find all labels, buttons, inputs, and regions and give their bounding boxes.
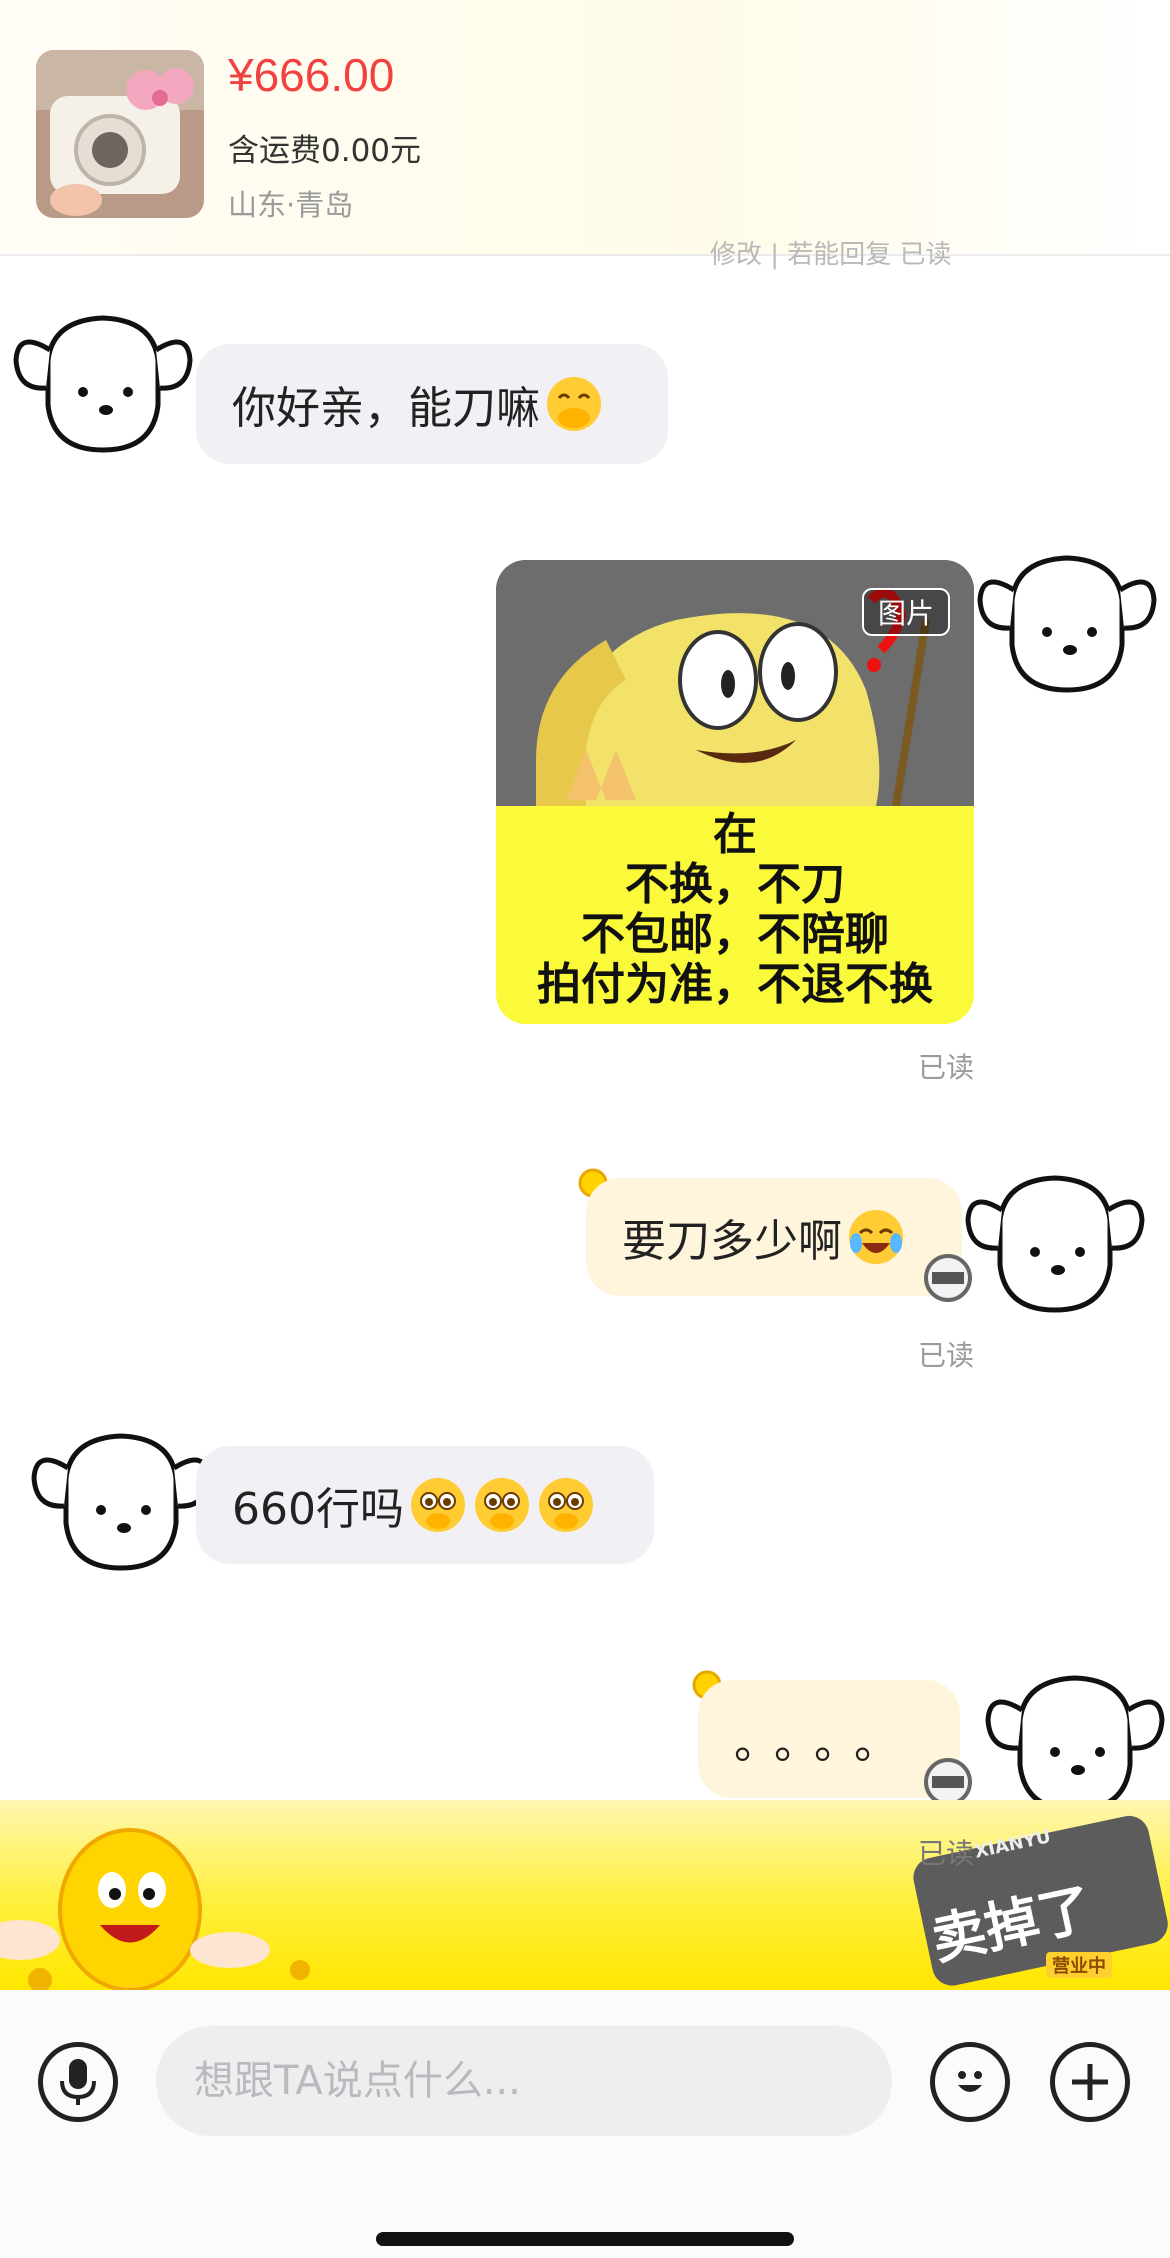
my-avatar-dog-icon[interactable] (972, 540, 1162, 700)
image-caption-line: 在 (713, 809, 757, 860)
product-price: ¥666.00 (228, 49, 395, 101)
my-avatar-dog-icon[interactable] (960, 1160, 1150, 1320)
image-caption: 在 不换，不刀 不包邮，不陪聊 拍付为准，不退不换 (496, 810, 974, 1010)
user-avatar-dog-icon[interactable] (26, 1418, 216, 1578)
laugh-cover-mouth-icon (547, 377, 601, 431)
message-text: 。。。。 (734, 1718, 916, 1769)
pleading-icon (410, 1478, 465, 1532)
input-bar (0, 1990, 1170, 2258)
message-bubble-outgoing[interactable]: 要刀多少啊 (586, 1178, 962, 1296)
smiley-icon (958, 2071, 982, 2092)
message-bubble-incoming[interactable]: 660行吗 (196, 1446, 654, 1564)
message-text: 660行吗 (232, 1484, 404, 1535)
image-message[interactable]: 图片 在 不换，不刀 不包邮，不陪聊 拍付为准，不退不换 (496, 560, 974, 1024)
product-header[interactable]: ¥666.00 含运费0.00元 山东·青岛 修改 | 若能回复 已读 (0, 0, 1170, 270)
sold-stamp-icon (924, 1254, 972, 1302)
promo-banner[interactable]: 卖掉了 XIANYU 营业中 已读 (0, 1800, 1170, 1992)
plus-icon (1072, 2064, 1108, 2100)
pleading-icon (474, 1478, 529, 1532)
message-text: 你好亲，能刀嘛 (232, 383, 540, 434)
read-status: 已读 (918, 1051, 975, 1084)
pleading-icon (538, 1478, 593, 1532)
image-caption-line: 不换，不刀 (625, 859, 845, 910)
more-button[interactable] (1050, 2042, 1130, 2122)
my-avatar-dog-icon[interactable] (980, 1660, 1170, 1820)
read-status: 已读 (918, 1837, 975, 1870)
product-location: 山东·青岛 (228, 188, 354, 222)
message-bubble-outgoing[interactable]: 。。。。 (698, 1680, 960, 1798)
image-caption-line: 不包邮，不陪聊 (581, 909, 889, 960)
partial-status-text: 修改 | 若能回复 已读 (710, 240, 952, 270)
message-input[interactable] (156, 2026, 892, 2136)
product-thumbnail[interactable] (36, 50, 204, 218)
image-tag: 图片 (862, 588, 951, 636)
home-indicator (376, 2232, 794, 2246)
read-status: 已读 (918, 1339, 975, 1372)
open-status-badge: 营业中 (1046, 1952, 1112, 1978)
message-text: 要刀多少啊 (622, 1216, 842, 1267)
voice-button[interactable] (38, 2042, 118, 2122)
emoji-button[interactable] (930, 2042, 1010, 2122)
image-caption-line: 拍付为准，不退不换 (537, 959, 933, 1010)
shipping-fee: 含运费0.00元 (228, 133, 422, 169)
message-bubble-incoming[interactable]: 你好亲，能刀嘛 (196, 344, 668, 464)
user-avatar-dog-icon[interactable] (8, 300, 198, 460)
microphone-icon (60, 2059, 96, 2105)
crying-laugh-icon (849, 1210, 903, 1264)
